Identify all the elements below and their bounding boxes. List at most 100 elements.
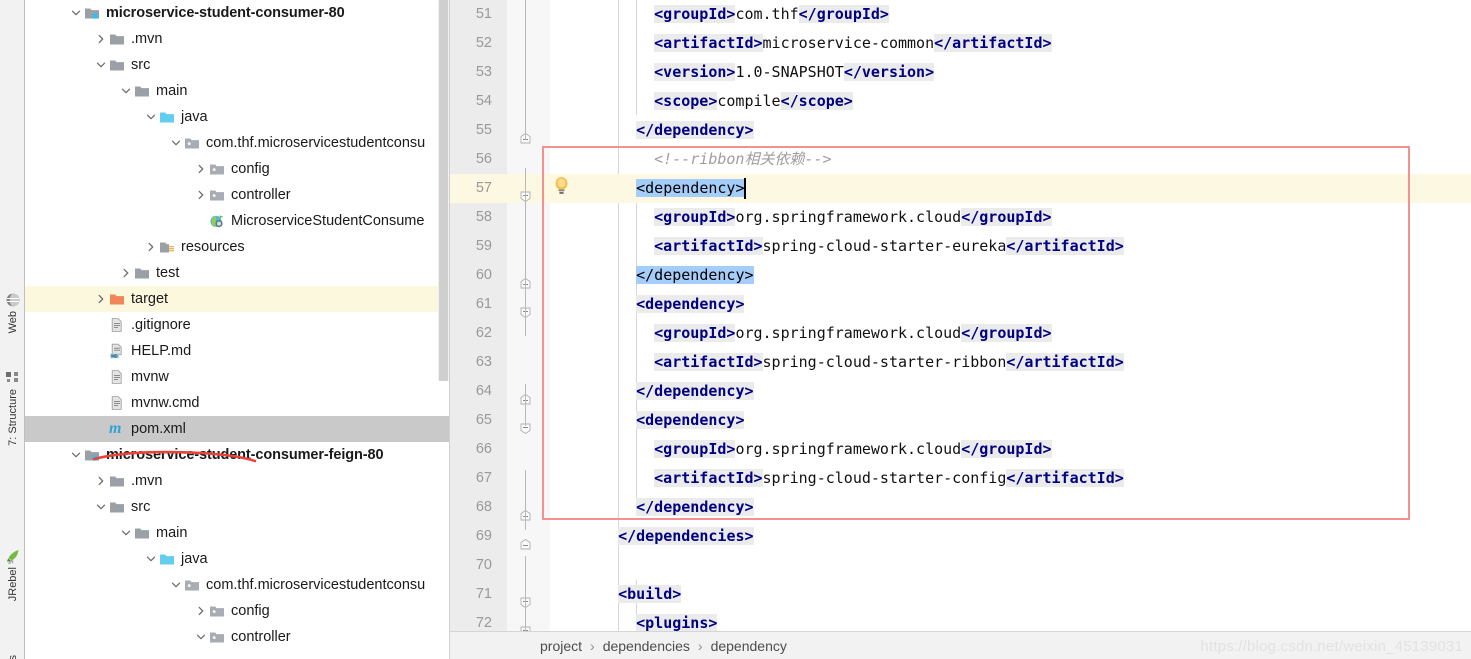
tree-item-microservice-student-consumer-feign-80[interactable]: microservice-student-consumer-feign-80 bbox=[25, 442, 449, 468]
code-line[interactable]: 71 <build> bbox=[450, 580, 1471, 609]
code-line-text: <groupId>com.thf</groupId> bbox=[654, 5, 889, 23]
file-icon bbox=[109, 369, 127, 385]
code-line[interactable]: 68 </dependency> bbox=[450, 493, 1471, 522]
code-line[interactable]: 66 <groupId>org.springframework.cloud</gr… bbox=[450, 435, 1471, 464]
tree-item-target[interactable]: target bbox=[25, 286, 449, 312]
code-line[interactable]: 55 </dependency> bbox=[450, 116, 1471, 145]
code-fold-marker[interactable] bbox=[520, 531, 531, 550]
breadcrumb-item-project[interactable]: project bbox=[540, 638, 582, 654]
source-root-icon bbox=[159, 109, 177, 125]
package-icon bbox=[209, 161, 227, 177]
code-line[interactable]: 64 </dependency> bbox=[450, 377, 1471, 406]
line-number: 67 bbox=[475, 470, 492, 486]
chevron-down-icon[interactable] bbox=[93, 499, 109, 515]
toolwindow-button-favorites[interactable]: 2: Favorites bbox=[0, 655, 25, 659]
chevron-right-icon[interactable] bbox=[143, 239, 159, 255]
chevron-down-icon[interactable] bbox=[68, 447, 84, 463]
tree-item-microservice-student-consumer-80[interactable]: microservice-student-consumer-80 bbox=[25, 0, 449, 26]
chevron-down-icon[interactable] bbox=[168, 577, 184, 593]
tree-item-test[interactable]: test bbox=[25, 260, 449, 286]
code-line[interactable]: 62 <groupId>org.springframework.cloud</gr… bbox=[450, 319, 1471, 348]
tree-item--mvn[interactable]: .mvn bbox=[25, 26, 449, 52]
fold-region-line bbox=[525, 0, 526, 140]
tree-item-help-md[interactable]: MD HELP.md bbox=[25, 338, 449, 364]
tree-no-arrow bbox=[93, 395, 109, 411]
chevron-down-icon[interactable] bbox=[143, 109, 159, 125]
line-number: 59 bbox=[475, 238, 492, 254]
chevron-right-icon[interactable] bbox=[93, 473, 109, 489]
tree-item-label: microservice-student-consumer-80 bbox=[106, 5, 345, 21]
chevron-right-icon[interactable] bbox=[193, 187, 209, 203]
chevron-down-icon[interactable] bbox=[143, 551, 159, 567]
chevron-down-icon[interactable] bbox=[168, 135, 184, 151]
tree-item-java[interactable]: java bbox=[25, 104, 449, 130]
chevron-down-icon[interactable] bbox=[93, 57, 109, 73]
tree-item-main[interactable]: main bbox=[25, 78, 449, 104]
tree-item-com-thf-microservicestudentconsu[interactable]: com.thf.microservicestudentconsu bbox=[25, 130, 449, 156]
tree-item-pom-xml[interactable]: m pom.xml bbox=[25, 416, 449, 442]
breadcrumb-item-dependency[interactable]: dependency bbox=[711, 638, 787, 654]
code-line[interactable]: 65 <dependency> bbox=[450, 406, 1471, 435]
tree-item-controller[interactable]: controller bbox=[25, 624, 449, 650]
tree-item-java[interactable]: java bbox=[25, 546, 449, 572]
code-line[interactable]: 63 <artifactId>spring-cloud-starter-ribbo… bbox=[450, 348, 1471, 377]
line-number: 51 bbox=[475, 6, 492, 22]
project-tree-scrollbar-track[interactable] bbox=[438, 0, 449, 381]
tree-item-label: config bbox=[231, 161, 270, 177]
code-line[interactable]: 60 </dependency> bbox=[450, 261, 1471, 290]
tree-item-src[interactable]: src bbox=[25, 52, 449, 78]
code-line[interactable]: 69 </dependencies> bbox=[450, 522, 1471, 551]
tree-item-mvnw[interactable]: mvnw bbox=[25, 364, 449, 390]
chevron-right-icon[interactable] bbox=[118, 265, 134, 281]
toolwindow-button-structure[interactable]: 7: Structure bbox=[0, 370, 25, 446]
tree-item-config[interactable]: config bbox=[25, 598, 449, 624]
breadcrumb-item-dependencies[interactable]: dependencies bbox=[603, 638, 690, 654]
code-line[interactable]: 67 <artifactId>spring-cloud-starter-confi… bbox=[450, 464, 1471, 493]
code-line[interactable]: 61 <dependency> bbox=[450, 290, 1471, 319]
tree-item-config[interactable]: config bbox=[25, 156, 449, 182]
chevron-down-icon[interactable] bbox=[68, 5, 84, 21]
tree-item-label: com.thf.microservicestudentconsu bbox=[206, 135, 426, 151]
code-line[interactable]: 70 bbox=[450, 551, 1471, 580]
chevron-down-icon[interactable] bbox=[118, 525, 134, 541]
markdown-file-icon: MD bbox=[109, 343, 127, 359]
tree-item-mvnw-cmd[interactable]: mvnw.cmd bbox=[25, 390, 449, 416]
tree-item-microservicestudentconsume[interactable]: MicroserviceStudentConsume bbox=[25, 208, 449, 234]
lightbulb-icon[interactable] bbox=[553, 176, 570, 195]
code-line-text: <scope>compile</scope> bbox=[654, 92, 853, 110]
project-tree[interactable]: microservice-student-consumer-80 .mvn src m… bbox=[25, 0, 449, 650]
toolwindow-button-web[interactable]: Web bbox=[0, 292, 25, 333]
tree-item-src[interactable]: src bbox=[25, 494, 449, 520]
code-line[interactable]: 57 <dependency> bbox=[450, 174, 1471, 203]
package-icon bbox=[209, 187, 227, 203]
code-line[interactable]: 58 <groupId>org.springframework.cloud</gr… bbox=[450, 203, 1471, 232]
chevron-right-icon[interactable] bbox=[93, 291, 109, 307]
code-line-text: <version>1.0-SNAPSHOT</version> bbox=[654, 63, 935, 81]
code-line[interactable]: 51 <groupId>com.thf</groupId> bbox=[450, 0, 1471, 29]
chevron-right-icon[interactable] bbox=[93, 31, 109, 47]
code-editor[interactable]: 51 <groupId>com.thf</groupId> 52 <artifactI… bbox=[449, 0, 1471, 659]
project-tree-scrollbar-thumb[interactable] bbox=[439, 0, 448, 381]
tree-item-controller[interactable]: controller bbox=[25, 182, 449, 208]
code-line[interactable]: 56 <!--ribbon相关依赖--> bbox=[450, 145, 1471, 174]
project-tool-window[interactable]: microservice-student-consumer-80 .mvn src m… bbox=[25, 0, 449, 659]
line-number: 65 bbox=[475, 412, 492, 428]
code-line[interactable]: 59 <artifactId>spring-cloud-starter-eurek… bbox=[450, 232, 1471, 261]
code-line[interactable]: 52 <artifactId>microservice-common</artif… bbox=[450, 29, 1471, 58]
tree-item-resources[interactable]: resources bbox=[25, 234, 449, 260]
editor-lines[interactable]: 51 <groupId>com.thf</groupId> 52 <artifactI… bbox=[450, 0, 1471, 638]
tree-item--mvn[interactable]: .mvn bbox=[25, 468, 449, 494]
code-line[interactable]: 54 <scope>compile</scope> bbox=[450, 87, 1471, 116]
tree-item-com-thf-microservicestudentconsu[interactable]: com.thf.microservicestudentconsu bbox=[25, 572, 449, 598]
chevron-right-icon[interactable] bbox=[193, 161, 209, 177]
tree-item-main[interactable]: main bbox=[25, 520, 449, 546]
code-line[interactable]: 53 <version>1.0-SNAPSHOT</version> bbox=[450, 58, 1471, 87]
tree-no-arrow bbox=[93, 421, 109, 437]
chevron-down-icon[interactable] bbox=[118, 83, 134, 99]
toolwindow-button-jrebel[interactable]: JRebel JR bbox=[0, 548, 25, 601]
tree-item--gitignore[interactable]: .gitignore bbox=[25, 312, 449, 338]
chevron-down-icon[interactable] bbox=[193, 629, 209, 645]
chevron-right-icon[interactable] bbox=[193, 603, 209, 619]
file-icon bbox=[109, 317, 127, 333]
tree-item-label: main bbox=[156, 83, 188, 99]
